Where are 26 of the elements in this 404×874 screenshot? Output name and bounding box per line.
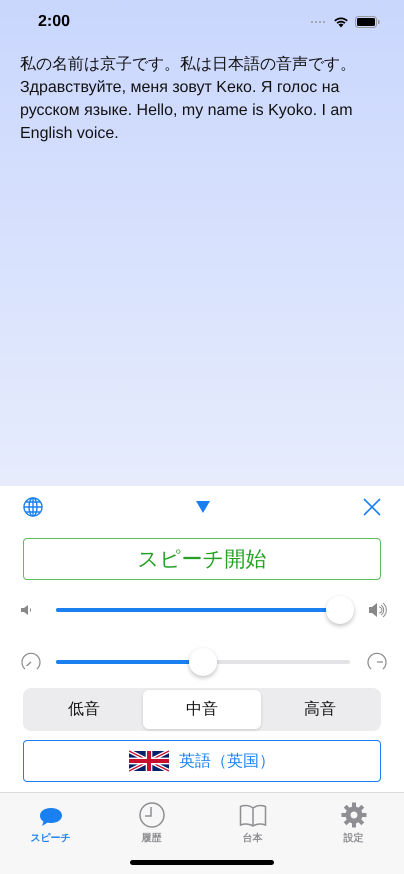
speech-text: 私の名前は京子です。私は日本語の音声です。Здравствуйте, меня зовут Keко. Я голос на русском языке. Hello, my name is Kyoko. I am English voice. [20, 54, 357, 144]
globe-icon[interactable] [23, 497, 43, 517]
tab-bar-item[interactable]: 台本 [202, 799, 303, 845]
tab-bar-item[interactable]: スピーチ [0, 799, 101, 845]
close-icon[interactable] [363, 498, 381, 516]
gear-icon [340, 802, 366, 828]
battery-icon [355, 16, 380, 28]
speech-bubble-icon [38, 806, 64, 828]
clock-icon [138, 802, 164, 828]
flag-icon [129, 750, 169, 772]
open-book-icon [238, 804, 266, 828]
tab-bar-item[interactable]: 設定 [303, 799, 404, 845]
start-speech-button[interactable]: スピーチ開始 [23, 538, 381, 580]
pitch-segment[interactable]: 低音 [25, 690, 143, 729]
signal-icon [310, 20, 327, 24]
wifi-icon [333, 16, 349, 28]
speaker-low-icon [20, 603, 34, 617]
slider-thumb[interactable] [189, 648, 217, 676]
tab-bar-item[interactable]: 履歴 [101, 799, 202, 845]
collapse-triangle-icon[interactable] [196, 501, 210, 513]
status-time: 2:00 [38, 13, 70, 31]
speaker-high-icon [368, 601, 388, 619]
pitch-segment[interactable]: 高音 [261, 690, 379, 729]
pitch-segment[interactable]: 中音 [143, 690, 261, 729]
voice-language-button[interactable]: 英語（英国） [23, 740, 381, 782]
slider-thumb[interactable] [326, 596, 354, 624]
